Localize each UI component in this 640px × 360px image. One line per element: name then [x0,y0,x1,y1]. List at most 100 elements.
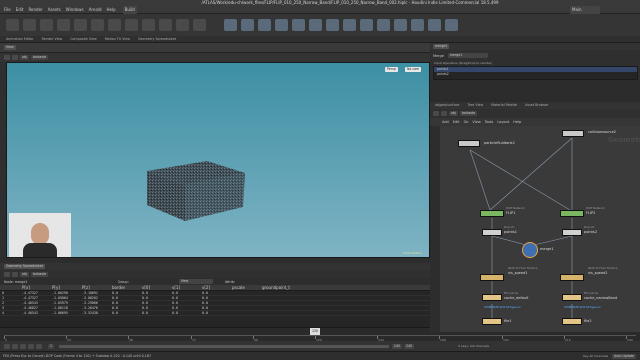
merge-input-list[interactable]: points1 points2 [433,66,638,80]
column-header[interactable]: v[2] [200,285,230,290]
path-node[interactable]: torbaste [30,271,49,277]
start-frame-field[interactable]: 1 [48,343,55,349]
current-frame-marker[interactable]: 120 [310,328,320,335]
play-reverse-icon[interactable] [12,343,18,349]
light-tool-button[interactable] [377,19,390,31]
shelf-tool-button[interactable] [91,19,104,31]
node-collisionsource2[interactable] [562,130,584,137]
light-tool-button[interactable] [275,19,288,31]
tab-geometry-spreadsheet-pane[interactable]: Geometry Spreadsheet [4,264,45,269]
tab-scene-view[interactable]: View [4,45,16,50]
node-particlefluidtank2[interactable] [458,140,480,147]
node-cache-narrowband[interactable] [562,294,582,301]
path-obj[interactable]: obj [20,55,29,60]
node-flip1[interactable] [480,210,504,217]
last-frame-icon[interactable] [36,343,42,349]
tab-material-palette[interactable]: Material Palette [489,102,519,109]
light-tool-button[interactable] [258,19,271,31]
column-header[interactable]: P[x] [20,285,50,290]
tab-parameters[interactable]: merge1 [433,44,450,49]
back-icon[interactable] [433,111,439,116]
menu-windows[interactable]: Windows [66,6,84,14]
key-all-channels[interactable]: Key All Channels [583,354,608,358]
play-icon[interactable] [28,343,34,349]
table-row[interactable]: 4 -4.46543 -1.06695 -3.52430 0.0 0.0 0.0… [0,311,430,316]
column-header[interactable]: P[y] [50,285,80,290]
node-points1[interactable] [482,229,502,236]
shelf-tool-button[interactable] [23,19,36,31]
shelf-tool-button[interactable] [108,19,121,31]
auto-update-select[interactable]: Auto Update [612,353,636,359]
light-tool-button[interactable] [411,19,424,31]
tab-network[interactable]: objgeo/surface [433,102,461,109]
column-header[interactable]: v[0] [140,285,170,290]
light-tool-button[interactable] [241,19,254,31]
tab-animation-editor[interactable]: Animation Editor [4,36,36,43]
shelf-tool-button[interactable] [6,19,19,31]
shelf-tool-button[interactable] [159,19,172,31]
tab-tree-view[interactable]: Tree View [465,102,485,109]
shelf-tool-button[interactable] [142,19,155,31]
scene-viewport[interactable]: Persp No cam Indie Edition [6,62,430,258]
light-tool-button[interactable] [326,19,339,31]
menu-render[interactable]: Render [28,6,42,14]
desktop-select[interactable]: Build [122,5,137,14]
path-obj[interactable]: obj [449,111,458,116]
path-node[interactable]: torbaste [30,55,49,60]
view-select[interactable]: View [178,279,213,284]
light-tool-button[interactable] [360,19,373,31]
node-file2[interactable] [562,318,582,325]
stop-icon[interactable] [20,343,26,349]
menu-help[interactable]: Help [513,120,521,124]
light-tool-button[interactable] [343,19,356,31]
network-editor[interactable]: Geometry particlefluidtank2 collisionsou… [440,126,640,332]
tab-geometry-spreadsheet[interactable]: Geometry Spreadsheet [136,36,178,43]
menu-arnold[interactable]: Arnold [89,6,102,14]
path-obj[interactable]: obj [20,271,29,277]
column-header[interactable]: v[1] [170,285,200,290]
forward-icon[interactable] [441,111,447,116]
light-tool-button[interactable] [224,19,237,31]
menu-edit[interactable]: Edit [16,6,24,14]
node-name-field[interactable]: merge1 [447,53,488,58]
node-flip2[interactable] [560,210,584,217]
back-icon[interactable] [4,271,10,277]
tab-composite-view[interactable]: Composite View [68,36,98,43]
menu-tools[interactable]: Tools [485,120,494,124]
shelf-tool-button[interactable] [125,19,138,31]
menu-view[interactable]: View [472,120,480,124]
tab-asset-browser[interactable]: Asset Browser [523,102,550,109]
node-merge1[interactable] [522,242,538,258]
range-slider[interactable] [59,344,390,348]
shelf-tool-button[interactable] [40,19,53,31]
list-item[interactable]: points2 [434,72,637,77]
column-header[interactable]: border [110,285,140,290]
back-icon[interactable] [4,55,10,60]
column-header[interactable]: pscale [230,285,260,290]
persp-menu[interactable]: Persp [385,67,398,72]
menu-assets[interactable]: Assets [48,6,61,14]
light-tool-button[interactable] [445,19,458,31]
camera-menu[interactable]: No cam [405,67,422,72]
menu-file[interactable]: File [4,6,11,14]
light-tool-button[interactable] [292,19,305,31]
light-tool-button[interactable] [428,19,441,31]
light-tool-button[interactable] [394,19,407,31]
column-header[interactable]: P[z] [80,285,110,290]
first-frame-icon[interactable] [4,343,10,349]
menu-add[interactable]: Add [442,120,449,124]
end-frame-field[interactable]: 240 [392,343,403,349]
shelf-tool-button[interactable] [57,19,70,31]
shelf-tool-button[interactable] [74,19,87,31]
node-cache-default[interactable] [482,294,502,301]
column-header[interactable]: groundpoint_t [260,285,300,290]
light-tool-button[interactable] [309,19,322,31]
menu-layout[interactable]: Layout [497,120,509,124]
tab-motion-fx-view[interactable]: Motion FX View [103,36,132,43]
shelf-tool-button[interactable] [176,19,189,31]
node-vis-speed1[interactable] [480,274,504,281]
path-node[interactable]: torbaste [459,111,478,116]
end-frame-field-2[interactable]: 240 [404,343,415,349]
forward-icon[interactable] [12,55,18,60]
node-vis-speed2[interactable] [560,274,584,281]
